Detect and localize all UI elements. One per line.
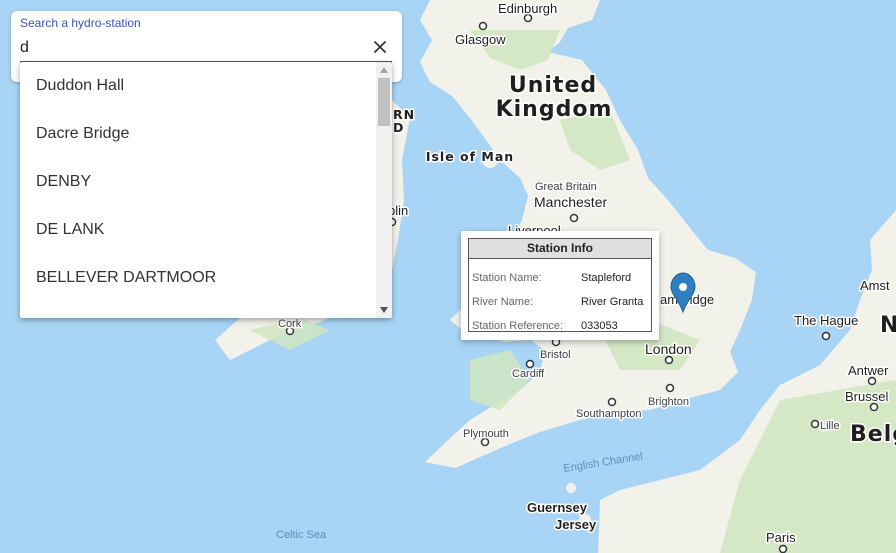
- city-label-plymouth: Plymouth: [463, 428, 509, 440]
- city-label-manchester: Manchester: [534, 194, 607, 210]
- info-value-station-name: Stapleford: [581, 272, 632, 284]
- city-label-lille: Lille: [820, 420, 840, 432]
- sea-label-celtic-sea: Celtic Sea: [276, 529, 327, 541]
- search-label: Search a hydro-station: [20, 16, 141, 30]
- scroll-up-arrow-icon[interactable]: [376, 62, 392, 78]
- search-input[interactable]: [20, 37, 360, 59]
- info-value-station-reference: 033053: [581, 320, 618, 332]
- city-dot-glasgow: [478, 21, 488, 31]
- suggestion-item[interactable]: Duddon Hall: [20, 62, 376, 110]
- close-icon: [374, 41, 386, 53]
- city-dot-antwerp: [867, 376, 877, 386]
- city-dot-manchester: [569, 213, 579, 223]
- suggestion-item[interactable]: DE LANK: [20, 206, 376, 254]
- scrollbar[interactable]: [376, 62, 392, 318]
- city-label-paris: Paris: [766, 530, 796, 545]
- city-label-bristol: Bristol: [540, 349, 571, 361]
- station-info-title: Station Info: [469, 239, 651, 259]
- city-label-southampton: Southampton: [576, 408, 641, 420]
- country-label-united: United: [509, 73, 597, 98]
- suggestion-item[interactable]: DENBY: [20, 158, 376, 206]
- region-label-netherlands: N: [880, 313, 896, 338]
- city-label-edinburgh: Edinburgh: [498, 1, 557, 16]
- clear-search-button[interactable]: [370, 37, 390, 57]
- scroll-down-arrow-icon[interactable]: [376, 302, 392, 318]
- island-label-jersey: Jersey: [555, 517, 597, 532]
- city-label-antwerp: Antwer: [848, 363, 889, 378]
- region-label-isle-of-man: Isle of Man: [426, 149, 514, 164]
- station-info-table: Station Info Station Name: Stapleford Ri…: [468, 238, 652, 332]
- city-dot-brussels: [869, 402, 879, 412]
- city-dot-paris: [778, 544, 788, 553]
- island-label-guernsey: Guernsey: [527, 500, 588, 515]
- region-label-belgium: Belgi: [850, 422, 896, 447]
- city-label-amsterdam: Amst: [860, 278, 890, 293]
- country-label-kingdom: Kingdom: [496, 97, 613, 122]
- city-label-london: London: [645, 341, 692, 357]
- city-label-the-hague: The Hague: [794, 313, 858, 328]
- city-label-cardiff: Cardiff: [512, 368, 545, 380]
- city-dot-london: [664, 355, 674, 365]
- city-label-glasgow: Glasgow: [455, 32, 506, 47]
- suggestion-item[interactable]: Dacre Bridge: [20, 110, 376, 158]
- city-label-brussels: Brussel: [845, 389, 888, 404]
- city-dot-southampton: [607, 397, 617, 407]
- city-dot-lille: [810, 419, 820, 429]
- city-label-cork: Cork: [278, 318, 302, 330]
- station-info-window: Station Info Station Name: Stapleford Ri…: [461, 231, 659, 340]
- scroll-thumb[interactable]: [378, 78, 390, 126]
- info-key: Station Name:: [472, 272, 542, 284]
- region-label-ireland-partial-2: D: [393, 120, 404, 135]
- city-dot-cardiff: [525, 359, 535, 369]
- info-key: River Name:: [472, 296, 534, 308]
- city-dot-the-hague: [821, 331, 831, 341]
- suggestion-item[interactable]: BELLEVER DARTMOOR: [20, 254, 376, 302]
- info-key: Station Reference:: [472, 320, 564, 332]
- city-label-brighton: Brighton: [648, 396, 689, 408]
- city-label-great-britain: Great Britain: [535, 181, 597, 193]
- search-suggestions: Duddon Hall Dacre Bridge DENBY DE LANK B…: [20, 62, 392, 318]
- info-value-river-name: River Granta: [581, 296, 644, 308]
- city-dot-brighton: [665, 383, 675, 393]
